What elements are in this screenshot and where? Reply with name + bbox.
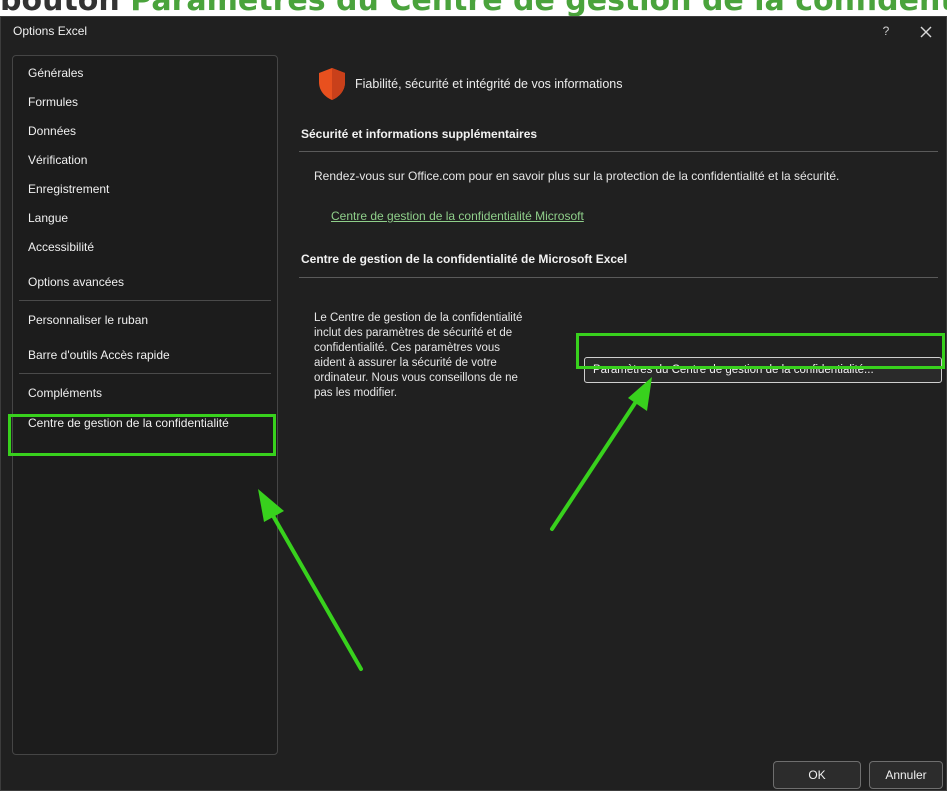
section-header: Fiabilité, sécurité et intégrité de vos … bbox=[355, 77, 623, 91]
page-heading-accent: Paramètres du Centre de gestion de la co… bbox=[130, 0, 947, 16]
sidebar-item-verification[interactable]: Vérification bbox=[13, 149, 277, 178]
ok-button[interactable]: OK bbox=[773, 761, 861, 789]
description-line: ordinateur. Nous vous conseillons de ne bbox=[314, 372, 518, 384]
help-icon[interactable]: ? bbox=[878, 23, 894, 39]
description-line: inclut des paramètres de sécurité et de bbox=[314, 327, 513, 339]
sidebar-item-options-avancees[interactable]: Options avancées bbox=[13, 271, 277, 300]
sidebar-item-label: Données bbox=[28, 124, 77, 138]
sidebar-item-label: Accessibilité bbox=[28, 240, 95, 254]
page-heading: bouton Paramètres du Centre de gestion d… bbox=[0, 0, 947, 16]
trust-center-description: Le Centre de gestion de la confidentiali… bbox=[314, 311, 586, 401]
sidebar-item-enregistrement[interactable]: Enregistrement bbox=[13, 178, 277, 207]
shield-icon bbox=[319, 68, 345, 100]
section-divider bbox=[299, 151, 938, 152]
sidebar-item-donnees[interactable]: Données bbox=[13, 120, 277, 149]
sidebar-item-formules[interactable]: Formules bbox=[13, 91, 277, 120]
sidebar-item-accessibilite[interactable]: Accessibilité bbox=[13, 236, 277, 271]
dialog-title: Options Excel bbox=[13, 24, 88, 38]
sidebar-divider bbox=[19, 373, 271, 374]
close-icon[interactable] bbox=[916, 22, 936, 42]
sidebar-item-barre-acces-rapide[interactable]: Barre d'outils Accès rapide bbox=[13, 344, 277, 373]
sidebar-item-label: Formules bbox=[28, 95, 79, 109]
sidebar-item-label: Langue bbox=[28, 211, 69, 225]
microsoft-privacy-link[interactable]: Centre de gestion de la confidentialité … bbox=[331, 209, 584, 223]
trust-center-section-title: Centre de gestion de la confidentialité … bbox=[301, 252, 628, 266]
sidebar-item-label: Vérification bbox=[28, 153, 88, 167]
sidebar-divider bbox=[19, 300, 271, 301]
page: bouton Paramètres du Centre de gestion d… bbox=[0, 0, 947, 791]
sidebar-item-complements[interactable]: Compléments bbox=[13, 382, 277, 406]
description-line: Le Centre de gestion de la confidentiali… bbox=[314, 312, 523, 324]
section-divider bbox=[299, 277, 938, 278]
sidebar-item-label: Centre de gestion de la confidentialité bbox=[28, 416, 229, 430]
sidebar-item-label: Options avancées bbox=[28, 275, 125, 289]
description-line: pas les modifier. bbox=[314, 387, 398, 399]
sidebar-item-label: Personnaliser le ruban bbox=[28, 313, 149, 327]
description-line: confidentialité. Ces paramètres vous bbox=[314, 342, 501, 354]
sidebar-item-label: Barre d'outils Accès rapide bbox=[28, 348, 170, 362]
page-heading-strip: bouton Paramètres du Centre de gestion d… bbox=[0, 0, 947, 16]
sidebar-item-langue[interactable]: Langue bbox=[13, 207, 277, 236]
cancel-button[interactable]: Annuler bbox=[869, 761, 943, 789]
sidebar-item-personnaliser-ruban[interactable]: Personnaliser le ruban bbox=[13, 309, 277, 344]
page-heading-prefix: bouton bbox=[0, 0, 130, 16]
sidebar-item-generales[interactable]: Générales bbox=[13, 62, 277, 91]
description-line: aident à assurer la sécurité de votre bbox=[314, 357, 497, 369]
main-content: Fiabilité, sécurité et intégrité de vos … bbox=[299, 55, 942, 755]
trust-center-settings-button[interactable]: Paramètres du Centre de gestion de la co… bbox=[584, 357, 942, 383]
security-description: Rendez-vous sur Office.com pour en savoi… bbox=[314, 169, 840, 183]
security-section-title: Sécurité et informations supplémentaires bbox=[301, 127, 538, 141]
options-dialog: Options Excel ? Générales Formules Donné… bbox=[0, 16, 947, 791]
sidebar-item-centre-confidentialite[interactable]: Centre de gestion de la confidentialité bbox=[13, 408, 277, 440]
sidebar-item-label: Générales bbox=[28, 66, 84, 80]
sidebar-item-label: Enregistrement bbox=[28, 182, 110, 196]
sidebar-item-label: Compléments bbox=[28, 386, 103, 400]
sidebar: Générales Formules Données Vérification … bbox=[12, 55, 278, 755]
title-bar: Options Excel ? bbox=[1, 17, 946, 47]
